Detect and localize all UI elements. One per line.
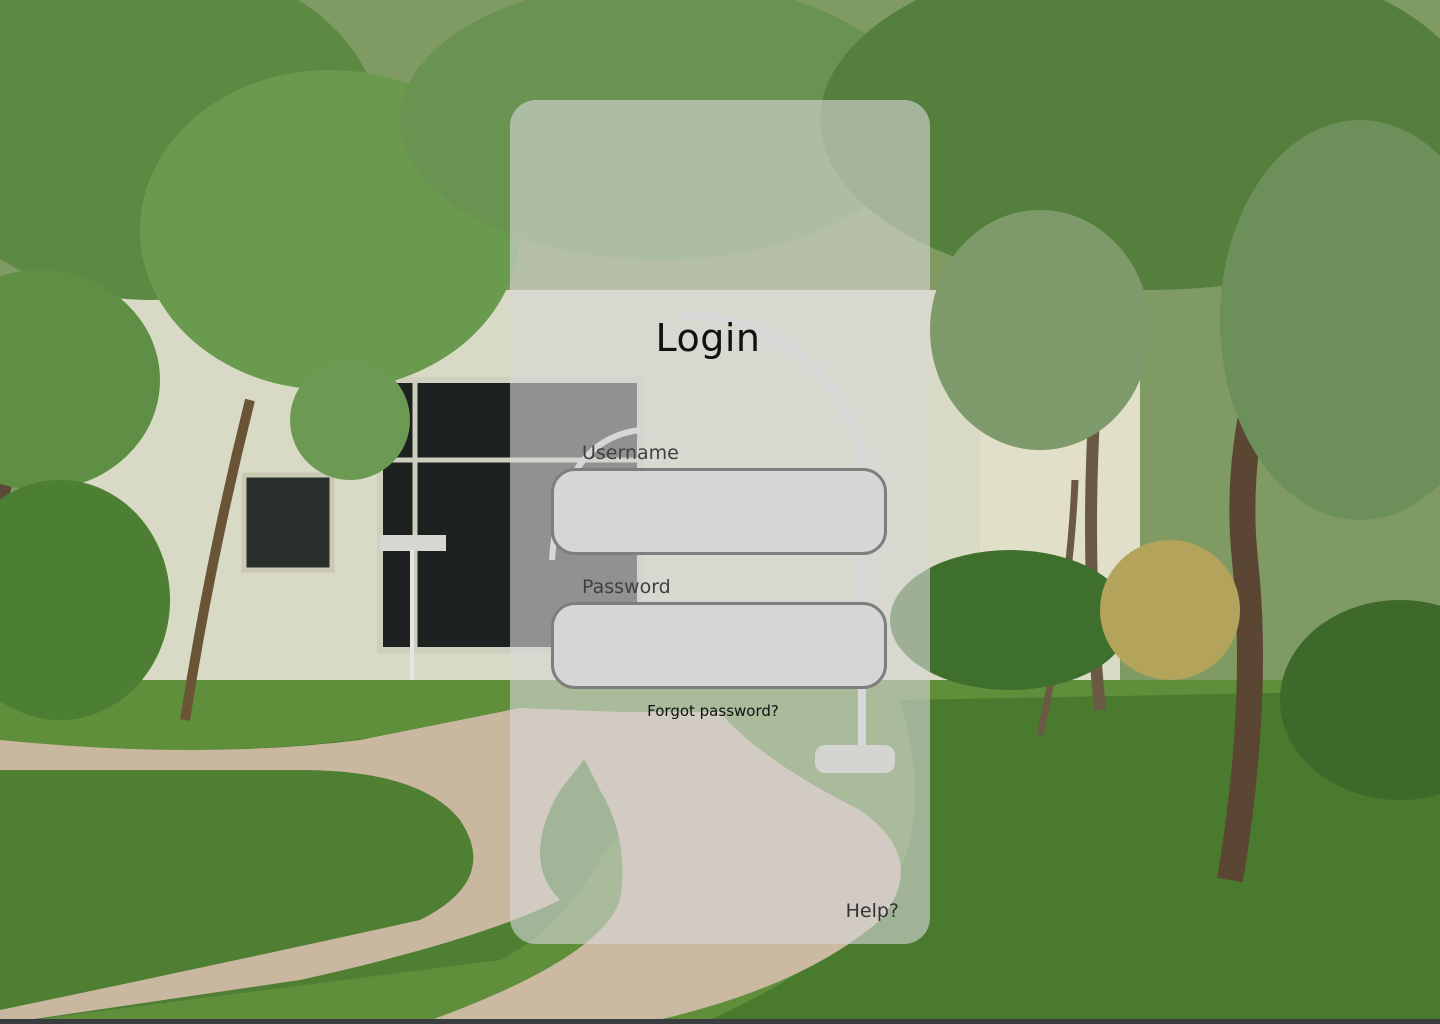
password-input[interactable] (551, 602, 887, 689)
bottom-edge-bar (0, 1019, 1440, 1024)
username-label: Username (582, 442, 679, 464)
forgot-password-link[interactable]: Forgot password? (510, 702, 916, 720)
login-card: Login Username Password Forgot password?… (510, 100, 930, 944)
login-title: Login (655, 316, 761, 360)
help-link[interactable]: Help? (846, 900, 899, 922)
password-label: Password (582, 576, 671, 598)
username-input[interactable] (551, 468, 887, 555)
